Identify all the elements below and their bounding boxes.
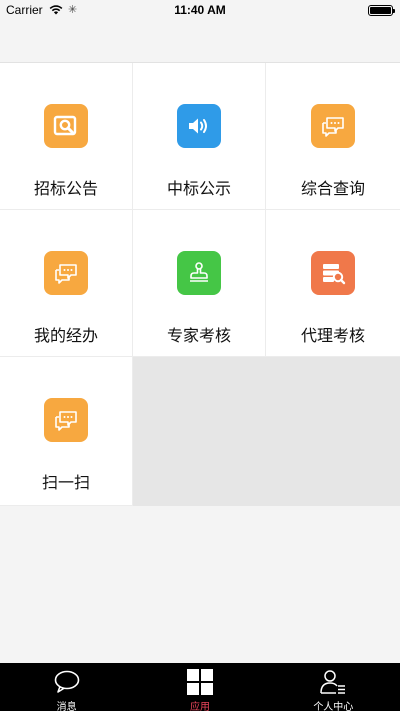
tab-messages[interactable]: 消息: [0, 663, 133, 711]
message-bubble-icon: [54, 670, 79, 693]
app-grid: 招标公告 中标公示 综合查询 我的经办 专家考核 代理考核 扫一扫: [0, 62, 400, 506]
grid-item-expert-review[interactable]: 专家考核: [133, 210, 266, 357]
grid-item-label: 代理考核: [300, 326, 365, 345]
tab-label: 个人中心: [313, 702, 354, 711]
grid-item-scan[interactable]: 扫一扫: [0, 357, 133, 506]
status-bar: Carrier ✳ 11:40 AM: [0, 0, 400, 20]
chat-bubbles-icon: [44, 251, 88, 295]
grid-apps-icon: [186, 669, 213, 695]
user-profile-icon: [320, 670, 346, 694]
grid-item-label: 专家考核: [166, 326, 231, 345]
tab-bar: 消息 应用 个人中心: [0, 663, 400, 711]
chat-bubbles-icon: [311, 104, 355, 148]
search-document-icon: [44, 104, 88, 148]
stamp-icon: [177, 251, 221, 295]
grid-item-bid-announcement[interactable]: 招标公告: [0, 63, 133, 210]
grid-item-general-query[interactable]: 综合查询: [266, 63, 400, 210]
grid-item-award-notice[interactable]: 中标公示: [133, 63, 266, 210]
chat-bubbles-icon: [44, 398, 88, 442]
database-search-icon: [311, 251, 355, 295]
tab-profile[interactable]: 个人中心: [267, 663, 400, 711]
status-time: 11:40 AM: [174, 3, 226, 17]
speaker-icon: [177, 104, 221, 148]
grid-item-label: 综合查询: [300, 179, 365, 198]
battery-icon: [368, 5, 395, 16]
grid-item-label: 招标公告: [33, 179, 98, 198]
grid-item-label: 扫一扫: [41, 473, 90, 492]
tab-apps[interactable]: 应用: [133, 663, 266, 711]
grid-item-agent-review[interactable]: 代理考核: [266, 210, 400, 357]
tab-label: 应用: [189, 702, 210, 711]
grid-item-my-tasks[interactable]: 我的经办: [0, 210, 133, 357]
grid-item-label: 我的经办: [33, 326, 98, 345]
tab-label: 消息: [56, 702, 77, 711]
grid-item-label: 中标公示: [166, 179, 231, 198]
